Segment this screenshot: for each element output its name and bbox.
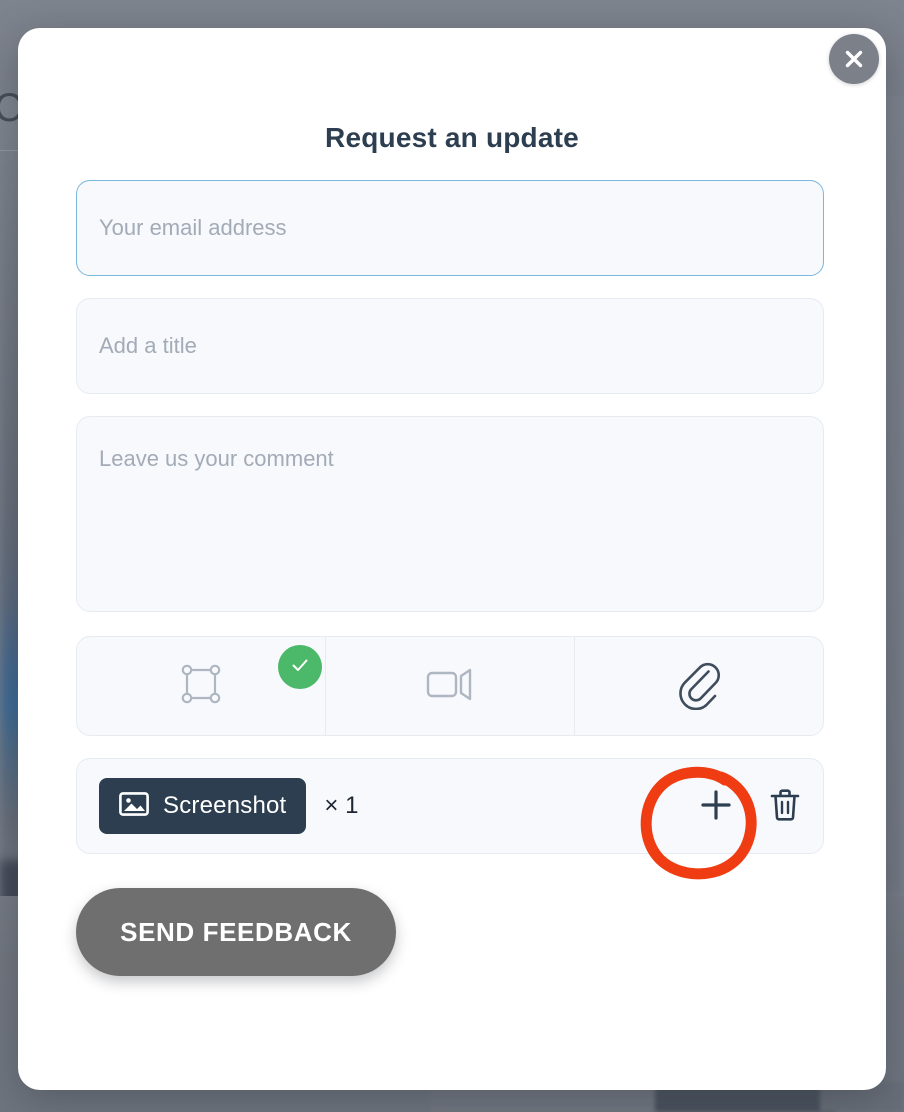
close-icon — [841, 46, 867, 72]
capture-mode-attachment[interactable] — [574, 637, 823, 735]
plus-icon — [697, 786, 735, 827]
email-field[interactable] — [76, 180, 824, 276]
comment-field[interactable] — [76, 416, 824, 612]
attachment-count: × 1 — [324, 792, 359, 819]
feedback-modal: Request an update Your email address Add… — [18, 28, 886, 1090]
image-icon — [119, 791, 149, 822]
modal-content: Request an update Your email address Add… — [18, 122, 886, 976]
status-badge — [278, 645, 322, 689]
attachment-chip-label: Screenshot — [163, 792, 287, 819]
send-feedback-button[interactable]: SEND FEEDBACK — [76, 888, 396, 976]
attachment-chip-screenshot[interactable]: Screenshot — [99, 778, 307, 834]
title-field[interactable] — [76, 298, 824, 394]
attachment-row: Screenshot × 1 — [76, 758, 824, 854]
check-icon — [288, 653, 312, 682]
paperclip-icon — [675, 658, 723, 715]
attachment-actions — [697, 786, 801, 827]
selection-frame-icon — [175, 658, 227, 715]
add-attachment-button[interactable] — [697, 786, 735, 827]
video-camera-icon — [422, 662, 478, 711]
trash-icon — [769, 787, 801, 826]
capture-mode-row — [76, 636, 824, 736]
page-title: Request an update — [325, 122, 579, 153]
capture-mode-video[interactable] — [325, 637, 574, 735]
close-button[interactable] — [829, 34, 879, 84]
delete-attachment-button[interactable] — [769, 787, 801, 826]
